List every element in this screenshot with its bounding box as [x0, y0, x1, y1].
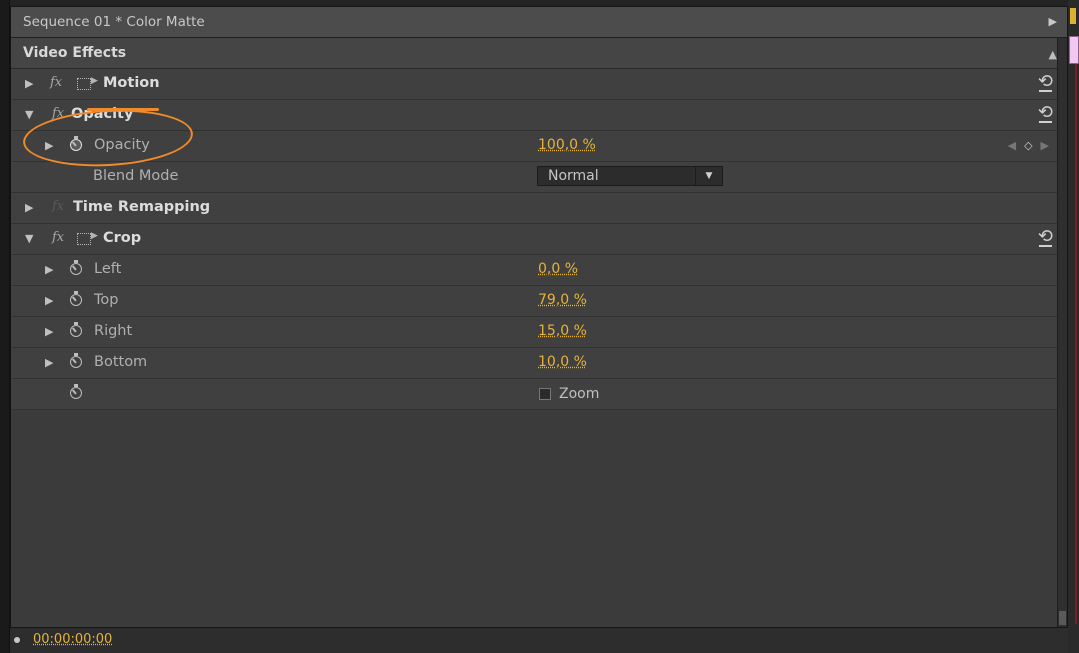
clip-tab[interactable] — [1069, 36, 1079, 64]
param-row-crop-top: ▶ Top 79,0 % — [11, 286, 1067, 317]
zoom-checkbox[interactable] — [539, 388, 551, 400]
right-value[interactable]: 15,0 % — [538, 323, 587, 339]
left-panel-edge — [0, 0, 10, 653]
fx-icon[interactable]: fx — [52, 106, 64, 121]
motion-transform-icon[interactable] — [77, 78, 91, 90]
stopwatch-icon[interactable] — [70, 322, 82, 337]
stopwatch-icon[interactable] — [70, 353, 82, 368]
param-label-left: Left — [94, 261, 122, 277]
expand-timeline-icon[interactable]: ▶ — [1049, 15, 1057, 28]
expand-motion-icon[interactable]: ▶ — [25, 77, 33, 90]
sequence-title: Sequence 01 * Color Matte — [23, 14, 205, 30]
effect-row-motion[interactable]: ▶ fx ▶ Motion ⟲ — [11, 69, 1067, 100]
left-value[interactable]: 0,0 % — [538, 261, 578, 277]
playhead-dot-icon — [14, 637, 20, 643]
stopwatch-icon[interactable] — [70, 291, 82, 306]
reset-crop-icon[interactable]: ⟲ — [1038, 228, 1053, 247]
effect-row-opacity[interactable]: ▼ fx Opacity ⟲ — [11, 100, 1067, 131]
param-label-blend-mode: Blend Mode — [93, 168, 179, 184]
vertical-scrollbar[interactable] — [1057, 38, 1067, 627]
effect-name-time-remapping: Time Remapping — [73, 199, 211, 215]
top-value[interactable]: 79,0 % — [538, 292, 587, 308]
fx-icon[interactable]: fx — [50, 75, 62, 90]
keyframe-navigator[interactable]: ◀◇▶ — [1008, 139, 1057, 152]
param-label-opacity: Opacity — [94, 137, 150, 153]
video-effects-title: Video Effects — [23, 45, 127, 61]
stopwatch-icon[interactable] — [70, 260, 82, 275]
param-label-top: Top — [94, 292, 119, 308]
bottom-value[interactable]: 10,0 % — [538, 354, 587, 370]
reset-motion-icon[interactable]: ⟲ — [1038, 73, 1053, 92]
crop-transform-arrow-icon: ▶ — [91, 231, 98, 241]
add-keyframe-icon[interactable]: ◇ — [1024, 139, 1040, 152]
scrollbar-thumb[interactable] — [1059, 611, 1066, 625]
status-bar: 00:00:00:00 — [10, 628, 1068, 653]
expand-right-param-icon[interactable]: ▶ — [45, 325, 53, 338]
chevron-down-icon[interactable]: ▼ — [695, 167, 722, 185]
expand-bottom-param-icon[interactable]: ▶ — [45, 356, 53, 369]
video-effects-header: Video Effects ▲ — [11, 38, 1067, 69]
expand-time-remapping-icon[interactable]: ▶ — [25, 201, 33, 214]
timeline-strip — [1068, 0, 1079, 653]
expand-opacity-param-icon[interactable]: ▶ — [45, 139, 53, 152]
zoom-label: Zoom — [559, 386, 600, 402]
param-label-bottom: Bottom — [94, 354, 148, 370]
scroll-up-icon[interactable]: ▲ — [1049, 48, 1057, 61]
blend-mode-value: Normal — [548, 168, 599, 184]
fx-icon: fx — [52, 199, 65, 214]
param-row-crop-bottom: ▶ Bottom 10,0 % — [11, 348, 1067, 379]
timeline-edge — [1075, 64, 1077, 624]
expand-left-param-icon[interactable]: ▶ — [45, 263, 53, 276]
sequence-header[interactable]: Sequence 01 * Color Matte ▶ — [11, 7, 1067, 38]
effect-row-crop[interactable]: ▼ fx ▶ Crop ⟲ — [11, 224, 1067, 255]
effect-controls-panel: Sequence 01 * Color Matte ▶ Video Effect… — [10, 6, 1068, 628]
fx-icon[interactable]: fx — [52, 230, 64, 245]
blend-mode-dropdown[interactable]: Normal ▼ — [537, 166, 723, 186]
param-label-right: Right — [94, 323, 133, 339]
motion-transform-arrow-icon: ▶ — [91, 76, 98, 86]
collapse-crop-icon[interactable]: ▼ — [25, 232, 33, 245]
effect-row-time-remapping[interactable]: ▶ fx Time Remapping — [11, 193, 1067, 224]
timecode-display[interactable]: 00:00:00:00 — [33, 632, 112, 647]
effect-name-motion: Motion — [103, 75, 160, 91]
expand-top-param-icon[interactable]: ▶ — [45, 294, 53, 307]
effect-name-opacity: Opacity — [71, 106, 134, 122]
param-row-crop-right: ▶ Right 15,0 % — [11, 317, 1067, 348]
param-row-zoom: Zoom — [11, 379, 1067, 410]
collapse-opacity-icon[interactable]: ▼ — [25, 108, 33, 121]
param-row-crop-left: ▶ Left 0,0 % — [11, 255, 1067, 286]
reset-opacity-icon[interactable]: ⟲ — [1038, 104, 1053, 123]
opacity-value[interactable]: 100,0 % — [538, 137, 596, 153]
playhead-marker[interactable] — [1070, 8, 1076, 24]
stopwatch-icon[interactable] — [70, 384, 82, 399]
param-row-blend-mode: Blend Mode Normal ▼ — [11, 162, 1067, 193]
crop-transform-icon[interactable] — [77, 233, 91, 245]
stopwatch-icon[interactable] — [70, 136, 82, 151]
effect-name-crop: Crop — [103, 230, 142, 246]
param-row-opacity: ▶ Opacity 100,0 % ◀◇▶ — [11, 131, 1067, 162]
